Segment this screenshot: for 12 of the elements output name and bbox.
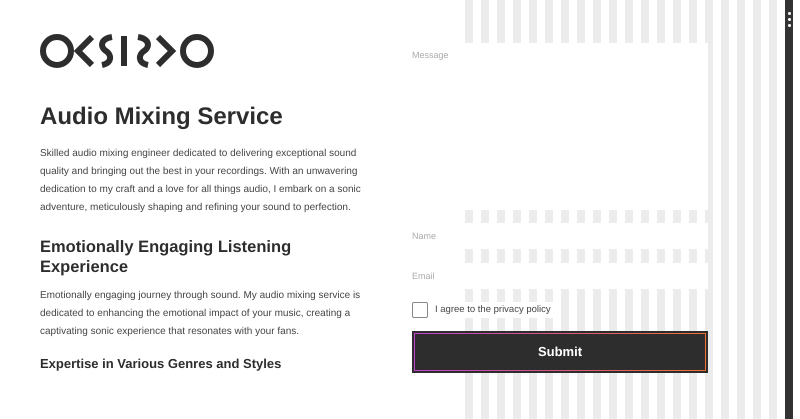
consent-checkbox[interactable] — [412, 302, 428, 318]
section-heading: Emotionally Engaging Listening Experience — [40, 237, 292, 277]
message-field[interactable]: Message — [412, 43, 708, 210]
section-paragraph: Emotionally engaging journey through sound. My audio mixing service is dedicated to enhancing the emotional impact of your music, creating a captivating sonic experience that resonates with your fans. — [40, 289, 362, 339]
section-heading: Expertise in Various Genres and Styles — [40, 355, 282, 373]
text-field[interactable]: Name — [412, 223, 708, 249]
scrollbar[interactable] — [785, 0, 793, 419]
consent-label: I agree to the privacy policy — [435, 302, 551, 317]
page-title: Audio Mixing Service — [40, 102, 284, 132]
intro-paragraph: Skilled audio mixing engineer dedicated to delivering exceptional sound quality and bringing out the best in your recordings. With an unwavering dedication to my craft and a love for all things audio, I embark on a sonic adventure, meticulously shaping and refining your sound to perfection. — [40, 147, 362, 215]
submit-button[interactable]: Submit — [412, 331, 708, 373]
text-field[interactable]: Email — [412, 263, 708, 289]
